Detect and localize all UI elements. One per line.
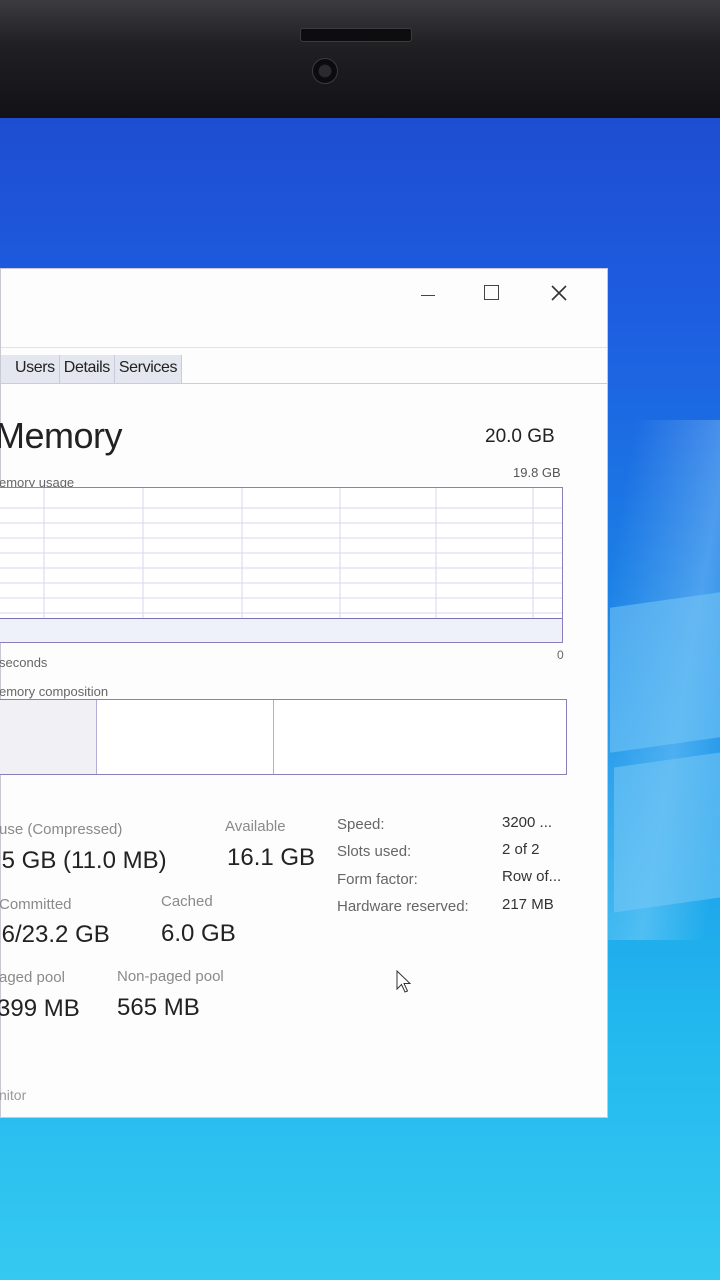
cached-value: 6.0 GB — [161, 920, 236, 947]
composition-modified — [97, 700, 274, 774]
hardware-reserved-value: 217 MB — [502, 896, 554, 913]
memory-usage-fill — [0, 617, 562, 642]
in-use-label: use (Compressed) — [0, 821, 123, 838]
mouse-cursor-icon — [396, 970, 412, 993]
tab-services[interactable]: Services — [114, 355, 183, 384]
memory-composition-bar — [0, 699, 567, 775]
graph-max-value: 19.8 GB — [513, 465, 561, 480]
tab-details[interactable]: Details — [59, 355, 115, 384]
hardware-reserved-label: Hardware reserved: — [337, 898, 469, 915]
webcam-slot — [300, 28, 412, 42]
resource-monitor-link[interactable]: nitor — [0, 1087, 26, 1103]
windows-logo-pane-bottom — [614, 752, 720, 913]
available-label: Available — [225, 818, 286, 835]
form-factor-value: Row of... — [502, 868, 562, 885]
windows-logo-pane-top — [610, 592, 720, 753]
graph-time-label: seconds — [0, 655, 48, 670]
committed-value: .6/23.2 GB — [0, 921, 110, 948]
paged-pool-value: 399 MB — [0, 995, 80, 1022]
tab-strip: Users Details Services — [1, 355, 183, 385]
composition-standby — [274, 700, 566, 774]
slots-used-label: Slots used: — [337, 843, 412, 860]
cached-label: Cached — [161, 893, 213, 910]
webcam-icon — [312, 58, 338, 84]
task-manager-window: Users Details Services Memory 20.0 GB em… — [0, 268, 608, 1118]
laptop-bezel — [0, 0, 720, 118]
nonpaged-pool-label: Non-paged pool — [117, 968, 224, 985]
page-title: Memory — [0, 415, 123, 456]
title-bar — [1, 269, 607, 315]
speed-label: Speed: — [337, 816, 385, 833]
close-icon[interactable] — [537, 275, 581, 309]
slots-used-value: 2 of 2 — [502, 841, 540, 858]
speed-value: 3200 ... — [502, 814, 553, 831]
maximize-icon[interactable] — [469, 275, 513, 309]
memory-composition-label: emory composition — [0, 684, 109, 699]
paged-pool-label: aged pool — [0, 969, 65, 986]
menu-divider — [1, 347, 607, 348]
in-use-value: .5 GB (11.0 MB) — [0, 847, 167, 874]
tabs-divider — [1, 383, 607, 384]
minimize-icon[interactable] — [405, 275, 449, 309]
total-memory: 20.0 GB — [485, 426, 555, 447]
available-value: 16.1 GB — [227, 844, 316, 871]
graph-zero-label: 0 — [557, 648, 564, 662]
tab-users[interactable]: Users — [1, 355, 60, 384]
composition-in-use — [0, 700, 97, 774]
committed-label: Committed — [0, 896, 72, 913]
nonpaged-pool-value: 565 MB — [117, 994, 200, 1021]
memory-usage-graph — [0, 487, 563, 643]
form-factor-label: Form factor: — [337, 871, 418, 888]
